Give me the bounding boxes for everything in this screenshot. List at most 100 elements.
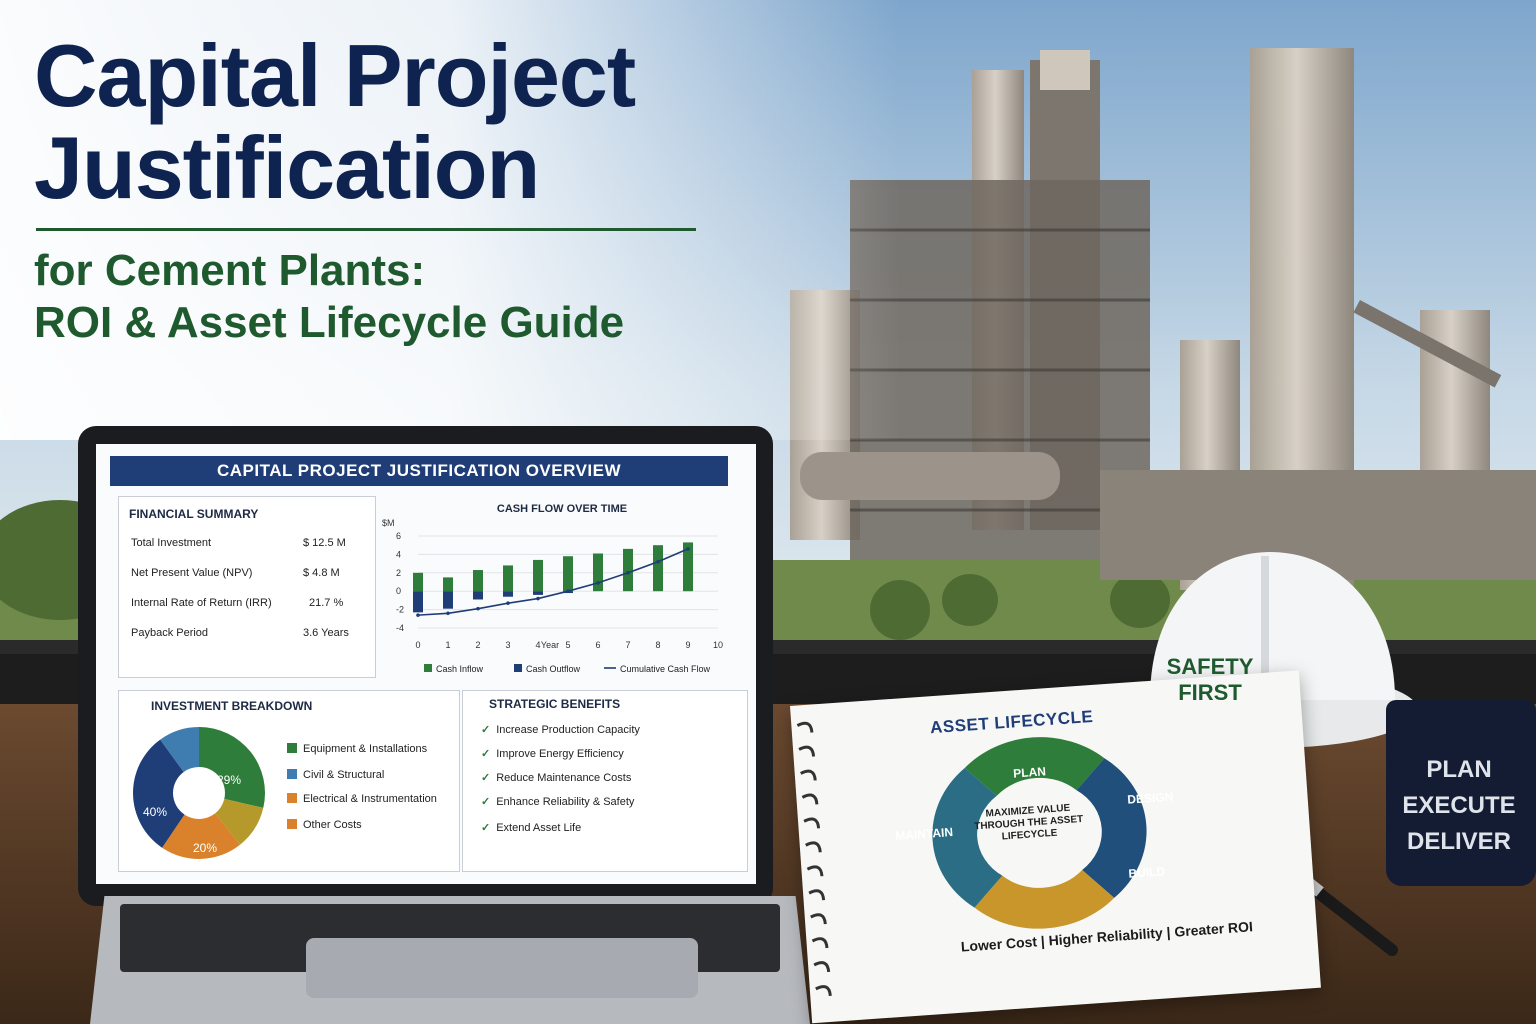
fin-label-3: Payback Period <box>131 627 209 639</box>
page-title-line2: Justification <box>34 118 540 217</box>
stage-build: BUILD <box>1128 864 1166 881</box>
chart-title: CASH FLOW OVER TIME <box>497 503 627 515</box>
fin-value-1: $ 4.8 M <box>303 567 340 579</box>
investment-breakdown-heading: INVESTMENT BREAKDOWN <box>151 699 313 713</box>
bar-cash-outflow <box>533 591 543 595</box>
slice-label-29: 29% <box>217 773 242 787</box>
legend-other: Other Costs <box>287 819 362 831</box>
financial-summary-panel: FINANCIAL SUMMARY Total Investment $ 12.… <box>118 496 376 678</box>
check-icon: ✓ <box>481 796 491 808</box>
bar-cash-outflow <box>503 591 513 597</box>
legend-cash-inflow: Cash Inflow <box>436 664 484 674</box>
benefit-item: ✓ Improve Energy Efficiency <box>481 748 624 760</box>
point-cumulative <box>446 611 450 616</box>
legend-cumulative-cash-flow: Cumulative Cash Flow <box>620 664 711 674</box>
y-tick-label: 4 <box>396 549 401 559</box>
benefit-item: ✓ Increase Production Capacity <box>481 724 640 736</box>
mug-line-2: EXECUTE <box>1402 792 1516 819</box>
bar-cash-inflow <box>413 572 423 592</box>
bar-cash-inflow <box>503 565 513 592</box>
subtitle-line1: for Cement Plants: <box>34 246 426 295</box>
benefit-item: ✓ Extend Asset Life <box>481 822 582 834</box>
check-icon: ✓ <box>481 724 491 736</box>
mug-text: PLAN EXECUTE DELIVER <box>1394 752 1524 860</box>
legend-electrical: Electrical & Instrumentation <box>287 793 437 805</box>
bar-cash-inflow <box>443 577 453 592</box>
point-cumulative <box>536 596 540 601</box>
bar-cash-outflow <box>443 591 453 609</box>
x-tick-label: 1 <box>445 640 450 650</box>
x-tick-label: 4 <box>535 640 540 650</box>
overview-title: CAPITAL PROJECT JUSTIFICATION OVERVIEW <box>110 456 728 486</box>
x-axis-label: Year <box>541 640 559 650</box>
legend-swatch-orange <box>287 793 297 803</box>
check-icon: ✓ <box>481 748 491 760</box>
x-tick-label: 6 <box>595 640 600 650</box>
strategic-benefits-heading: STRATEGIC BENEFITS <box>489 697 621 711</box>
headline-block: Capital Project Justification for Cement… <box>34 30 754 349</box>
strategic-benefits-panel: STRATEGIC BENEFITS ✓ Increase Production … <box>462 690 748 872</box>
legend-civil: Civil & Structural <box>287 769 384 781</box>
stage-plan: PLAN <box>1012 764 1047 781</box>
x-tick-label: 0 <box>415 640 420 650</box>
x-tick-label: 5 <box>565 640 570 650</box>
bar-cash-outflow <box>473 591 483 600</box>
mug-line-3: DELIVER <box>1406 828 1511 855</box>
bar-cash-inflow <box>473 570 483 592</box>
legend-swatch-green <box>287 743 297 753</box>
subtitle-line2: ROI & Asset Lifecycle Guide <box>34 298 625 347</box>
cash-flow-panel: CASH FLOW OVER TIME $M 6 4 2 0 -2 -4 0 1 2 3 4 5 6 7 8 9 1… <box>378 496 746 688</box>
point-cumulative <box>686 547 690 551</box>
y-tick-label: -2 <box>396 605 404 615</box>
bar-cash-inflow <box>593 553 603 592</box>
page-title: Capital Project <box>34 26 636 125</box>
point-cumulative <box>626 571 630 575</box>
bar-cash-inflow <box>563 556 573 592</box>
x-tick-label: 10 <box>713 640 723 650</box>
legend-equipment: Equipment & Installations <box>287 743 427 755</box>
legend-swatch-inflow <box>424 664 432 672</box>
point-cumulative <box>566 589 570 593</box>
bar-cash-outflow <box>413 591 423 613</box>
slice-label-40: 40% <box>143 805 168 819</box>
line-cumulative-cash-flow <box>417 548 689 616</box>
trackpad <box>306 938 698 998</box>
x-tick-label: 8 <box>655 640 660 650</box>
check-icon: ✓ <box>481 822 491 834</box>
x-tick-label: 2 <box>475 640 480 650</box>
legend-swatch-orange-2 <box>287 819 297 829</box>
point-cumulative <box>416 613 420 617</box>
fin-value-3: 3.6 Years <box>303 627 349 639</box>
bar-cash-inflow <box>653 545 663 592</box>
check-icon: ✓ <box>481 772 491 784</box>
y-tick-label: -4 <box>396 623 404 633</box>
fin-value-0: $ 12.5 M <box>303 537 346 549</box>
point-cumulative <box>656 559 660 564</box>
financial-summary-heading: FINANCIAL SUMMARY <box>129 507 259 521</box>
fin-value-2: 21.7 % <box>309 597 344 609</box>
point-cumulative <box>476 606 480 611</box>
benefit-item: ✓ Reduce Maintenance Costs <box>481 772 632 784</box>
fin-label-2: Internal Rate of Return (IRR) <box>131 597 272 609</box>
y-tick-label: 6 <box>396 531 401 541</box>
chart-ylabel: $M <box>382 518 395 528</box>
legend-cash-outflow: Cash Outflow <box>526 664 581 674</box>
bar-cash-inflow <box>623 548 633 592</box>
fin-label-1: Net Present Value (NPV) <box>131 567 253 579</box>
investment-breakdown-panel: INVESTMENT BREAKDOWN 29% 40% 20% Equipme… <box>118 690 460 872</box>
slice-label-20: 20% <box>193 841 218 855</box>
asset-lifecycle-notebook: ASSET LIFECYCLE PLAN DESIGN BUILD MAINTA… <box>790 670 1321 1024</box>
x-tick-label: 7 <box>625 640 630 650</box>
x-tick-label: 3 <box>505 640 510 650</box>
legend-swatch-blue <box>287 769 297 779</box>
y-tick-label: 0 <box>396 586 401 596</box>
point-cumulative <box>596 581 600 585</box>
bar-cash-inflow <box>533 559 543 592</box>
benefit-item: ✓ Enhance Reliability & Safety <box>481 796 635 808</box>
mug-line-1: PLAN <box>1426 756 1492 783</box>
donut-slice-equipment <box>199 727 266 808</box>
y-tick-label: 2 <box>396 568 401 578</box>
laptop-screen: CAPITAL PROJECT JUSTIFICATION OVERVIEW F… <box>96 444 756 884</box>
hard-hat-label: SAFETY FIRST <box>1166 654 1254 705</box>
title-divider <box>36 228 696 231</box>
